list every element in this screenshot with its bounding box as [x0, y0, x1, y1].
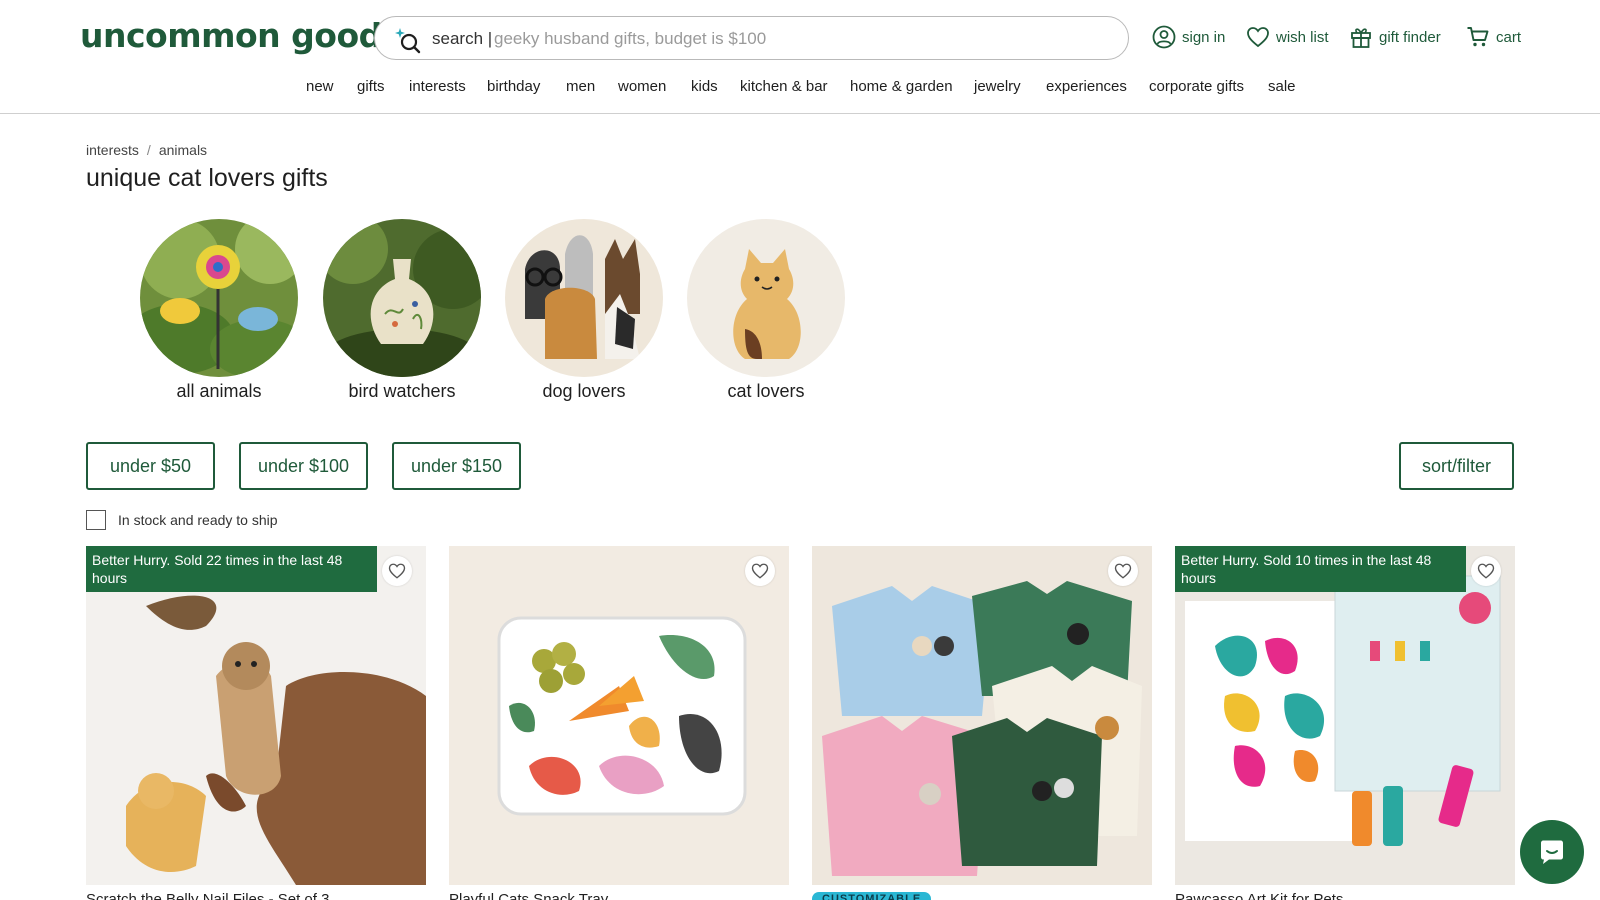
chat-button[interactable] — [1520, 820, 1584, 884]
nav-item-men[interactable]: men — [566, 78, 595, 95]
dog-glasses-holders-image — [505, 219, 663, 377]
gift-finder-link[interactable]: gift finder — [1349, 24, 1441, 50]
wish-list-label: wish list — [1276, 28, 1329, 46]
search-input[interactable]: geeky husband gifts, budget is $100 — [494, 29, 766, 49]
cart-icon — [1467, 27, 1489, 47]
category-image — [505, 219, 663, 377]
in-stock-checkbox[interactable] — [86, 510, 106, 530]
product-name[interactable]: Scratch the Belly Nail Files - Set of 3 — [86, 891, 329, 900]
nav-item-home-garden[interactable]: home & garden — [850, 78, 953, 95]
category-dog-lovers[interactable]: dog lovers — [504, 219, 664, 402]
user-icon — [1152, 25, 1176, 49]
breadcrumb-interests[interactable]: interests — [86, 142, 139, 158]
filter-under-150-button[interactable]: under $150 — [392, 442, 521, 490]
nav-item-corporate-gifts[interactable]: corporate gifts — [1149, 78, 1244, 95]
site-header: uncommon goods search | geeky husband gi… — [0, 0, 1600, 114]
nav-item-gifts[interactable]: gifts — [357, 78, 385, 95]
category-label: bird watchers — [348, 381, 456, 401]
sign-in-label: sign in — [1182, 28, 1226, 46]
heart-icon — [751, 563, 769, 579]
product-name[interactable]: Playful Cats Snack Tray — [449, 891, 608, 900]
main-nav: new gifts interests birthday men women k… — [0, 78, 1600, 102]
filter-under-100-button[interactable]: under $100 — [239, 442, 368, 490]
favorite-button[interactable] — [382, 556, 412, 586]
category-label: dog lovers — [542, 381, 626, 401]
vase-image — [323, 219, 481, 377]
breadcrumb-animals[interactable]: animals — [159, 142, 207, 158]
page-title: unique cat lovers gifts — [86, 164, 328, 192]
product-name[interactable]: Pawcasso Art Kit for Pets — [1175, 891, 1343, 900]
breadcrumb-separator: / — [146, 142, 151, 158]
sales-badge: Better Hurry. Sold 10 times in the last … — [1175, 546, 1466, 592]
heart-icon — [1114, 563, 1132, 579]
filter-under-50-button[interactable]: under $50 — [86, 442, 215, 490]
product-image[interactable] — [86, 546, 426, 885]
nav-item-birthday[interactable]: birthday — [487, 78, 540, 95]
sales-badge: Better Hurry. Sold 22 times in the last … — [86, 546, 377, 592]
nav-item-women[interactable]: women — [618, 78, 666, 95]
search-icon — [395, 28, 421, 54]
search-bar[interactable]: search | geeky husband gifts, budget is … — [374, 16, 1129, 60]
category-image — [687, 219, 845, 377]
pet-art-kit-image — [1175, 546, 1515, 885]
customizable-tag: CUSTOMIZABLE — [812, 892, 932, 900]
nav-item-new[interactable]: new — [306, 78, 334, 95]
category-label: all animals — [176, 381, 262, 401]
favorite-button[interactable] — [1108, 556, 1138, 586]
logo[interactable]: uncommon goods — [80, 16, 401, 55]
cat-snack-tray-image — [449, 546, 789, 885]
product-card[interactable]: CUSTOMIZABLE — [812, 546, 1152, 900]
category-all-animals[interactable]: all animals — [139, 219, 299, 402]
product-card[interactable]: Better Hurry. Sold 22 times in the last … — [86, 546, 426, 900]
in-stock-label: In stock and ready to ship — [118, 512, 278, 528]
nav-item-kitchen-bar[interactable]: kitchen & bar — [740, 78, 828, 95]
cat-figurine-image — [687, 219, 845, 377]
favorite-button[interactable] — [1471, 556, 1501, 586]
gift-icon — [1351, 28, 1371, 48]
heart-icon — [1477, 563, 1495, 579]
sign-in-link[interactable]: sign in — [1152, 24, 1225, 50]
cart-link[interactable]: cart — [1466, 24, 1521, 50]
category-label: cat lovers — [727, 381, 805, 401]
product-image[interactable] — [449, 546, 789, 885]
chat-icon — [1541, 840, 1563, 864]
product-card[interactable]: Better Hurry. Sold 10 times in the last … — [1175, 546, 1515, 900]
product-image[interactable] — [812, 546, 1152, 885]
category-image — [323, 219, 481, 377]
gift-finder-label: gift finder — [1379, 28, 1441, 46]
nav-item-jewelry[interactable]: jewelry — [974, 78, 1021, 95]
garden-stake-image — [140, 219, 298, 377]
nav-item-interests[interactable]: interests — [409, 78, 466, 95]
nav-item-sale[interactable]: sale — [1268, 78, 1296, 95]
product-card[interactable]: Playful Cats Snack Tray — [449, 546, 789, 900]
category-cat-lovers[interactable]: cat lovers — [686, 219, 846, 402]
nav-item-kids[interactable]: kids — [691, 78, 718, 95]
category-bird-watchers[interactable]: bird watchers — [322, 219, 482, 402]
product-image[interactable] — [1175, 546, 1515, 885]
cart-label: cart — [1496, 28, 1522, 46]
breadcrumb: interests / animals — [86, 142, 207, 158]
sort-filter-button[interactable]: sort/filter — [1399, 442, 1514, 490]
favorite-button[interactable] — [745, 556, 775, 586]
heart-icon — [388, 563, 406, 579]
search-label: search | — [432, 29, 493, 48]
in-stock-filter[interactable]: In stock and ready to ship — [86, 510, 278, 530]
nav-item-experiences[interactable]: experiences — [1046, 78, 1127, 95]
category-image — [140, 219, 298, 377]
cat-nail-files-image — [86, 546, 426, 885]
pet-sweatshirts-image — [812, 546, 1152, 885]
heart-icon — [1247, 27, 1269, 48]
wish-list-link[interactable]: wish list — [1246, 24, 1329, 50]
